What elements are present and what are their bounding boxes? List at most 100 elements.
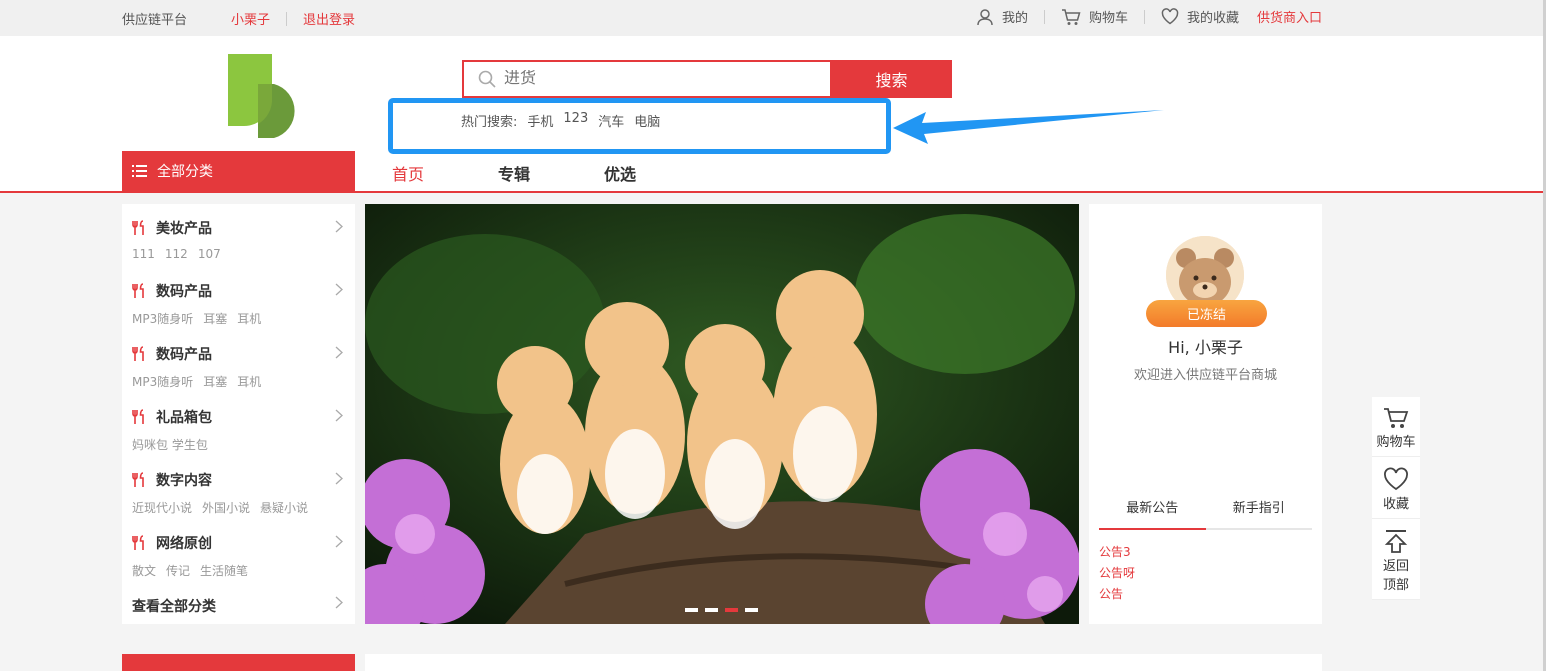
cart-link[interactable]: 购物车 [1061,7,1128,26]
back-to-top-label-2: 顶部 [1382,578,1409,593]
search-button[interactable]: 搜索 [831,60,952,98]
subcategory[interactable]: 散文 [132,562,156,579]
float-cart-label: 购物车 [1376,435,1416,450]
category-title: 数码产品 [156,284,212,300]
chevron-right-icon [335,596,343,609]
carousel-indicators [685,608,758,612]
top-bar: 供应链平台 小栗子 退出登录 我的 购物车 我的收藏 供货商入口 [0,0,1546,36]
user-icon [977,8,993,25]
tools-icon [132,283,144,298]
hot-term[interactable]: 123 [563,111,588,130]
platform-name: 供应链平台 [122,13,188,28]
header: 搜索 热门搜索: 手机 123 汽车 电脑 全部分类 首页 专辑 优选 [0,36,1546,193]
subcategory[interactable]: 耳机 [237,373,261,390]
tab-latest-notices[interactable]: 最新公告 [1099,496,1206,530]
section-content-strip [365,654,1322,671]
carousel-dot[interactable] [705,608,718,612]
my-account-label: 我的 [1001,11,1028,26]
top-bar-left: 供应链平台 小栗子 退出登录 [122,9,355,28]
tools-icon [132,346,144,361]
top-bar-right: 我的 购物车 我的收藏 供货商入口 [976,7,1322,26]
tools-icon [132,535,144,550]
subcategory[interactable]: 耳塞 [203,310,227,327]
tools-icon [132,220,144,235]
category-title: 礼品箱包 [156,410,212,426]
banner-carousel[interactable] [365,204,1079,624]
float-favorite-button[interactable]: 收藏 [1372,457,1420,519]
annotation-arrow-icon [893,110,1164,144]
tab-beginner-guide[interactable]: 新手指引 [1206,496,1313,528]
notice-item[interactable]: 公告3 [1099,542,1135,563]
subcategory[interactable]: 近现代小说 [132,499,192,516]
carousel-dot[interactable] [745,608,758,612]
chevron-right-icon [335,346,343,359]
cart-icon [1061,8,1081,25]
nav-home[interactable]: 首页 [392,161,424,185]
category-title: 网络原创 [156,536,212,552]
list-icon [132,165,147,177]
chevron-right-icon [335,220,343,233]
category-title: 数字内容 [156,473,212,489]
banner-image [365,204,1079,624]
subcategory[interactable]: 111 [132,247,155,261]
floating-toolbar: 购物车 收藏 返回 顶部 [1372,397,1420,600]
category-item[interactable]: 数码产品 MP3随身听 耳塞 耳机 [122,330,355,393]
view-all-categories-link[interactable]: 查看全部分类 [132,596,216,616]
logo[interactable] [228,54,316,138]
notice-item[interactable]: 公告 [1099,584,1135,605]
subcategory[interactable]: 112 [165,247,188,261]
category-title: 数码产品 [156,347,212,363]
subcategory[interactable]: 传记 [166,562,190,579]
category-list: 美妆产品 111 112 107 数码产品 MP3随身听 耳塞 耳机 数码产品 MP3随… [122,204,355,624]
all-categories-label: 全部分类 [157,164,213,180]
cart-label: 购物车 [1088,11,1128,26]
chevron-right-icon [335,535,343,548]
float-favorite-label: 收藏 [1382,497,1409,512]
tools-icon [132,472,144,487]
category-item[interactable]: 网络原创 散文 传记 生活随笔 [122,519,355,582]
category-item[interactable]: 数码产品 MP3随身听 耳塞 耳机 [122,267,355,330]
supplier-entry-link[interactable]: 供货商入口 [1257,7,1322,26]
subcategory[interactable]: 生活随笔 [200,562,248,579]
status-badge: 已冻结 [1146,300,1267,327]
category-item[interactable]: 美妆产品 111 112 107 [122,204,355,267]
search-input[interactable] [504,70,804,88]
hot-term[interactable]: 汽车 [598,111,624,130]
back-to-top-label-1: 返回 [1382,559,1409,574]
carousel-dot-active[interactable] [725,608,738,612]
subcategory[interactable]: 外国小说 [202,499,250,516]
subcategory[interactable]: 耳机 [237,310,261,327]
subcategory[interactable]: 妈咪包 学生包 [132,436,208,453]
subcategory[interactable]: 耳塞 [203,373,227,390]
hot-term[interactable]: 手机 [527,111,553,130]
user-panel: 已冻结 Hi, 小栗子 欢迎进入供应链平台商城 最新公告 新手指引 公告3 公告… [1089,204,1322,624]
category-item[interactable]: 数字内容 近现代小说 外国小说 悬疑小说 [122,456,355,519]
favorites-link[interactable]: 我的收藏 [1161,7,1239,26]
float-cart-button[interactable]: 购物车 [1372,397,1420,457]
chevron-right-icon [335,409,343,422]
subcategory[interactable]: 悬疑小说 [260,499,308,516]
notice-tabs: 最新公告 新手指引 [1099,496,1312,530]
chevron-right-icon [335,283,343,296]
hot-search: 热门搜索: 手机 123 汽车 电脑 [461,111,660,130]
subcategory[interactable]: 107 [198,247,221,261]
back-to-top-button[interactable]: 返回 顶部 [1372,519,1420,600]
logout-link[interactable]: 退出登录 [303,9,355,28]
search-icon [478,70,496,88]
welcome-text: 欢迎进入供应链平台商城 [1133,368,1277,383]
greeting: Hi, 小栗子 [1168,338,1243,357]
favorites-label: 我的收藏 [1186,11,1239,26]
divider [1043,9,1045,24]
carousel-dot[interactable] [685,608,698,612]
hot-term[interactable]: 电脑 [634,111,660,130]
subcategory[interactable]: MP3随身听 [132,310,193,327]
subcategory[interactable]: MP3随身听 [132,373,193,390]
username-link[interactable]: 小栗子 [231,9,270,28]
nav-albums[interactable]: 专辑 [498,161,530,185]
my-account-link[interactable]: 我的 [976,7,1028,26]
category-item[interactable]: 礼品箱包 妈咪包 学生包 [122,393,355,456]
notice-item[interactable]: 公告呀 [1099,563,1135,584]
all-categories-button[interactable]: 全部分类 [122,151,355,191]
hot-search-highlight: 热门搜索: 手机 123 汽车 电脑 [388,98,891,154]
nav-picks[interactable]: 优选 [604,161,636,185]
